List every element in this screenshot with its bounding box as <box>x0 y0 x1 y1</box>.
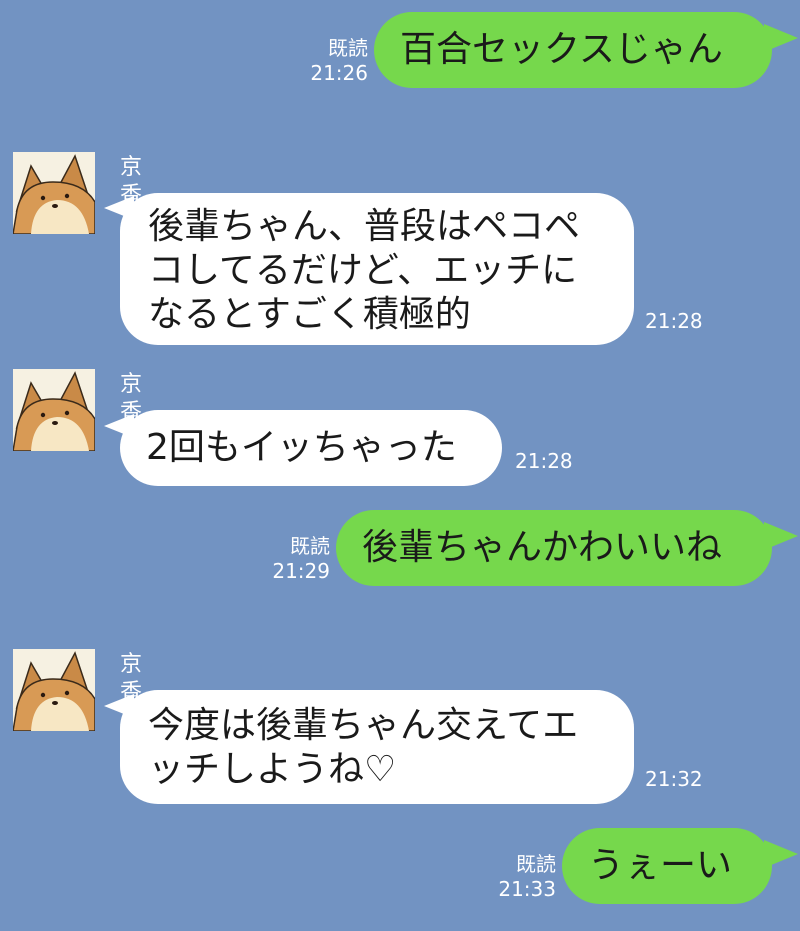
message-time: 21:28 <box>515 449 573 473</box>
message-time: 21:29 <box>272 559 330 583</box>
message-time: 21:32 <box>645 767 703 791</box>
read-label: 既読 <box>516 852 556 876</box>
message-time: 21:26 <box>310 61 368 85</box>
read-receipt: 既読 21:33 <box>478 852 556 902</box>
bubble-tail <box>764 522 798 550</box>
message-bubble[interactable]: 後輩ちゃんかわいいね <box>336 510 772 586</box>
shiba-dog-avatar-icon[interactable] <box>13 152 95 234</box>
bubble-tail <box>764 24 798 52</box>
shiba-dog-avatar-icon[interactable] <box>13 369 95 451</box>
message-time: 21:28 <box>645 309 703 333</box>
message-time: 21:33 <box>498 877 556 901</box>
read-label: 既読 <box>328 36 368 60</box>
read-label: 既読 <box>290 534 330 558</box>
read-receipt: 既読 21:29 <box>252 534 330 584</box>
message-bubble[interactable]: 後輩ちゃん、普段はペコペ コしてるだけど、エッチに なるとすごく積極的 <box>120 193 634 345</box>
read-receipt: 既読 21:26 <box>290 36 368 86</box>
bubble-tail <box>764 840 798 868</box>
message-bubble[interactable]: 今度は後輩ちゃん交えてエ ッチしようね♡ <box>120 690 634 804</box>
message-bubble[interactable]: うぇーい <box>562 828 772 904</box>
message-bubble[interactable]: 2回もイッちゃった <box>120 410 502 486</box>
message-bubble[interactable]: 百合セックスじゃん <box>374 12 772 88</box>
shiba-dog-avatar-icon[interactable] <box>13 649 95 731</box>
